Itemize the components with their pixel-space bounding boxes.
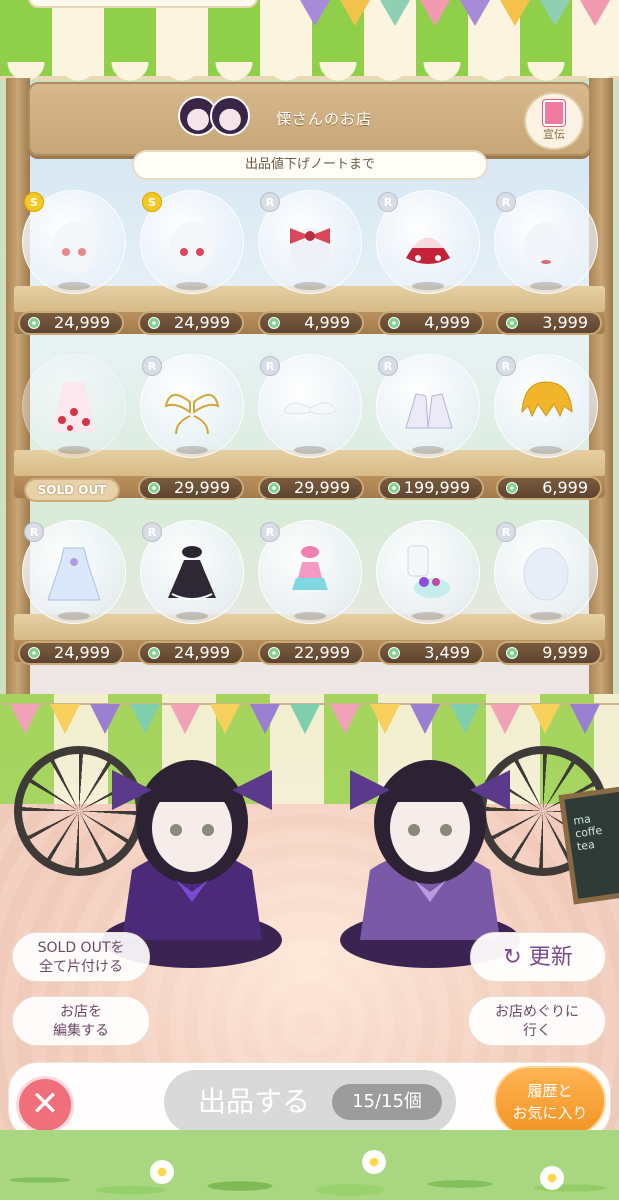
price-tag: 24,999	[18, 311, 124, 335]
clover-coin-icon	[388, 317, 400, 329]
shop-item-slot[interactable]: R	[136, 352, 248, 464]
strawberry-skirt-icon	[406, 238, 450, 264]
price-tag: 24,999	[18, 641, 124, 665]
notebook-icon	[543, 100, 565, 126]
price-tag: 9,999	[496, 641, 602, 665]
lace-shoes-icon	[405, 393, 453, 429]
refresh-icon: ↻	[503, 945, 522, 970]
shop-item-slot[interactable]	[18, 352, 130, 464]
lips-icon	[524, 222, 568, 274]
sold-out-tag: SOLD OUT	[24, 478, 120, 502]
clover-coin-icon	[268, 647, 280, 659]
blonde-wig-icon	[521, 381, 573, 418]
close-icon: ✕	[30, 1084, 60, 1124]
rarity-badge: R	[496, 192, 516, 212]
rarity-badge: R	[24, 522, 44, 542]
price-tag: 199,999	[378, 476, 484, 500]
clover-coin-icon	[148, 317, 160, 329]
clover-coin-icon	[506, 647, 518, 659]
rarity-badge: S	[24, 192, 44, 212]
shop-item-slot[interactable]: R	[254, 352, 366, 464]
rarity-badge: R	[142, 356, 162, 376]
price-tag: 29,999	[258, 476, 364, 500]
price-tag: 29,999	[138, 476, 244, 500]
hair-bow-icon	[290, 228, 330, 276]
clover-coin-icon	[28, 647, 40, 659]
clover-coin-icon	[506, 317, 518, 329]
shop-item-slot[interactable]: R	[254, 188, 366, 300]
white-wings-icon	[283, 402, 337, 415]
clover-coin-icon	[28, 317, 40, 329]
price-tag: 24,999	[138, 641, 244, 665]
refresh-button[interactable]: ↻ 更新	[470, 932, 606, 982]
price-tag: 4,999	[258, 311, 364, 335]
close-button[interactable]: ✕	[16, 1076, 74, 1134]
shop-item-slot[interactable]: R	[372, 188, 484, 300]
avatar	[210, 96, 250, 136]
price-tag: 3,999	[496, 311, 602, 335]
shop-item-slot[interactable]: R	[254, 518, 366, 630]
shop-item-slot[interactable]: R	[18, 518, 130, 630]
rarity-badge: R	[142, 522, 162, 542]
clover-coin-icon	[268, 482, 280, 494]
price-tag: 3,499	[378, 641, 484, 665]
price-tag: 4,999	[378, 311, 484, 335]
shop-item-slot[interactable]: R	[372, 352, 484, 464]
eyes-icon	[52, 222, 96, 274]
rarity-badge: R	[378, 356, 398, 376]
rarity-badge: R	[260, 192, 280, 212]
price-tag: 22,999	[258, 641, 364, 665]
clover-coin-icon	[148, 647, 160, 659]
face-icon	[523, 547, 569, 601]
eyes-icon	[170, 222, 214, 274]
shop-item-slot[interactable]: R	[490, 352, 602, 464]
rarity-badge: R	[260, 522, 280, 542]
shop-name: 慄さんのお店	[276, 110, 373, 128]
bunting-flags-top	[300, 0, 610, 26]
clover-coin-icon	[268, 317, 280, 329]
shop-item-slot[interactable]: R	[490, 188, 602, 300]
flower-icon	[362, 1150, 386, 1174]
ad-button-label: 宣伝	[543, 128, 565, 141]
rarity-badge: S	[142, 192, 162, 212]
rarity-badge: R	[260, 356, 280, 376]
edit-shop-button[interactable]: お店を 編集する	[12, 996, 150, 1046]
shop-item-slot[interactable]: S	[18, 188, 130, 300]
price-tag: 24,999	[138, 311, 244, 335]
owner-avatars[interactable]	[178, 96, 252, 140]
shop-item-slot[interactable]: S	[136, 188, 248, 300]
foliage-decoration	[0, 1130, 619, 1200]
clear-soldout-button[interactable]: SOLD OUTを 全て片付ける	[12, 932, 150, 982]
top-card-edge	[28, 0, 258, 8]
rarity-badge: R	[378, 192, 398, 212]
rarity-badge: R	[496, 522, 516, 542]
flower-icon	[540, 1166, 564, 1190]
rarity-badge: R	[496, 356, 516, 376]
black-dress-icon	[168, 546, 216, 600]
clover-coin-icon	[388, 647, 400, 659]
shop-item-slot[interactable]: R	[136, 518, 248, 630]
strawberry-dress-icon	[52, 382, 96, 432]
listing-count: 15/15個	[332, 1084, 442, 1120]
history-favorites-button[interactable]: 履歴と お気に入り	[494, 1066, 606, 1136]
ad-button[interactable]: 宣伝	[524, 92, 584, 150]
flower-icon	[150, 1160, 174, 1184]
shop-item-slot[interactable]: R	[490, 518, 602, 630]
shop-item-slot[interactable]	[372, 518, 484, 630]
price-tag: 6,999	[496, 476, 602, 500]
blue-dress-icon	[47, 547, 101, 601]
teacup-icon	[407, 545, 450, 598]
note-banner[interactable]: 出品値下げノートまで	[132, 150, 488, 180]
clover-coin-icon	[506, 482, 518, 494]
clover-coin-icon	[148, 482, 160, 494]
pink-swimsuit-icon	[292, 546, 328, 590]
visit-shops-button[interactable]: お店めぐりに 行く	[468, 996, 606, 1046]
gold-wings-icon	[164, 394, 220, 435]
clover-coin-icon	[388, 482, 400, 494]
